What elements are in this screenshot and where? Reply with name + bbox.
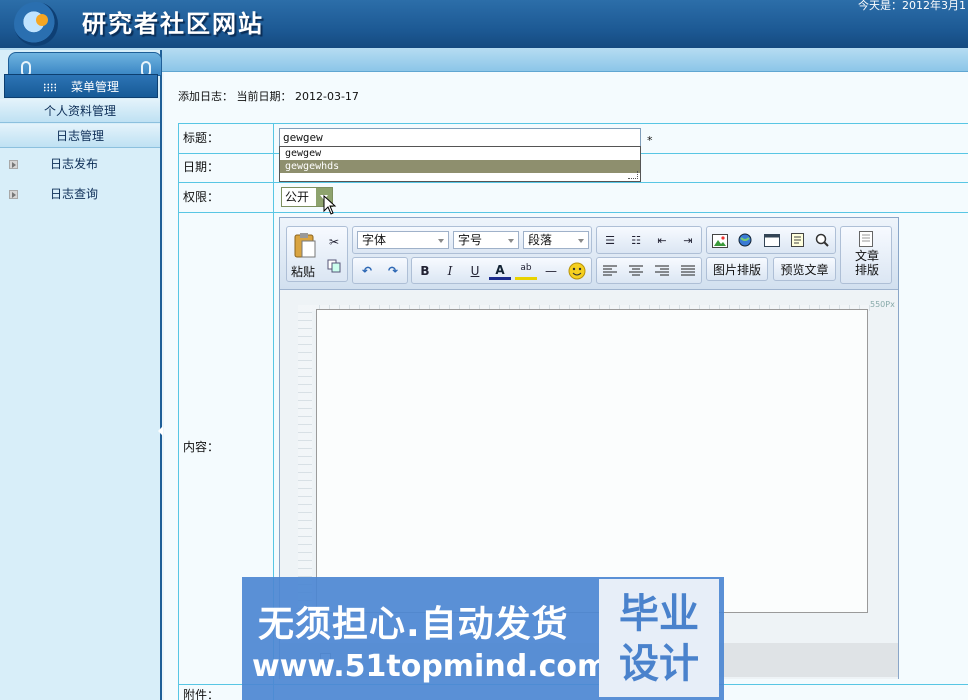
image-layout-button[interactable]: 图片排版 bbox=[706, 257, 768, 281]
vertical-ruler bbox=[298, 305, 312, 615]
permission-label: 权限： bbox=[179, 183, 274, 212]
underline-icon[interactable]: U bbox=[464, 260, 486, 282]
expand-arrow-icon bbox=[9, 160, 18, 169]
find-icon[interactable] bbox=[811, 230, 833, 252]
permission-value: 公开 bbox=[285, 190, 310, 204]
sidebar-item-label: 日志发布 bbox=[50, 157, 99, 171]
resize-grip-icon[interactable] bbox=[628, 171, 638, 179]
banner-badge-text: 毕业设计 bbox=[619, 591, 699, 687]
site-title: 研究者社区网站 bbox=[82, 9, 264, 38]
align-right-icon[interactable] bbox=[651, 260, 673, 282]
font-family-select[interactable]: 字体 bbox=[357, 231, 449, 249]
insert-image-icon[interactable] bbox=[709, 230, 731, 252]
today-date-text: 今天是：2012年3月1 bbox=[858, 0, 966, 12]
autocomplete-option-selected[interactable]: gewgewhds bbox=[280, 160, 640, 173]
date-label: 日期： bbox=[179, 154, 274, 182]
preview-article-button[interactable]: 预览文章 bbox=[773, 257, 836, 281]
align-left-icon[interactable] bbox=[599, 260, 621, 282]
insert-link-icon[interactable] bbox=[735, 230, 757, 252]
collapse-sidebar-icon[interactable] bbox=[158, 426, 163, 436]
paragraph-select[interactable]: 段落 bbox=[523, 231, 589, 249]
sidebar-binder-bar bbox=[8, 52, 162, 77]
format-group: B I U A ab — bbox=[411, 257, 592, 284]
sidebar-section-blog[interactable]: 日志管理 bbox=[0, 124, 160, 148]
banner-badge: 毕业设计 bbox=[599, 579, 719, 697]
breadcrumb: 添加日志： 当前日期： 2012-03-17 bbox=[178, 90, 359, 103]
menu-header[interactable]: 菜单管理 bbox=[4, 74, 158, 98]
italic-icon[interactable]: I bbox=[439, 260, 461, 282]
title-input[interactable]: gewgew bbox=[279, 128, 641, 148]
history-group: ↶ ↷ bbox=[352, 257, 408, 284]
bold-icon[interactable]: B bbox=[414, 260, 436, 282]
title-label: 标题： bbox=[179, 124, 274, 153]
sidebar-item-label: 日志查询 bbox=[50, 187, 99, 201]
insert-template-icon[interactable] bbox=[787, 230, 809, 252]
sidebar: 菜单管理 个人资料管理 日志管理 日志发布 日志查询 bbox=[0, 50, 163, 700]
unordered-list-icon[interactable]: ☷ bbox=[625, 230, 647, 252]
undo-icon[interactable]: ↶ bbox=[356, 260, 378, 282]
horizontal-rule-icon[interactable]: — bbox=[540, 260, 562, 282]
highlight-icon[interactable]: ab bbox=[515, 260, 537, 280]
clipboard-group: 粘贴 ✂ bbox=[286, 226, 348, 282]
autocomplete-dropdown[interactable]: gewgew gewgewhds bbox=[279, 146, 641, 182]
watermark-banner: 无须担心.自动发货 www.51topmind.com 毕业设计 bbox=[242, 577, 724, 700]
banner-url: www.51topmind.com bbox=[252, 649, 609, 684]
editor-toolbar: 粘贴 ✂ 字体 字号 段落 ↶ ↷ B I U A ab — ☰ ☷ ⇤ ⇥ 图… bbox=[280, 218, 898, 290]
font-size-select[interactable]: 字号 bbox=[453, 231, 519, 249]
site-logo bbox=[14, 2, 58, 46]
sidebar-section-profile[interactable]: 个人资料管理 bbox=[0, 99, 160, 123]
sidebar-item-query[interactable]: 日志查询 bbox=[0, 180, 160, 208]
sidebar-section-label: 个人资料管理 bbox=[43, 104, 116, 118]
copy-icon[interactable] bbox=[323, 255, 345, 277]
document-icon bbox=[858, 231, 874, 250]
redo-icon[interactable]: ↷ bbox=[382, 260, 404, 282]
grid-icon bbox=[42, 83, 57, 92]
paste-label[interactable]: 粘贴 bbox=[291, 263, 315, 280]
emoticon-icon[interactable] bbox=[566, 260, 588, 282]
sidebar-section-label: 日志管理 bbox=[55, 129, 104, 143]
site-header: 研究者社区网站 今天是：2012年3月1 bbox=[0, 0, 968, 48]
font-color-icon[interactable]: A bbox=[489, 260, 511, 280]
editor-page[interactable] bbox=[316, 309, 868, 613]
width-indicator: 550Px bbox=[870, 300, 895, 309]
required-mark: * bbox=[647, 134, 653, 147]
ordered-list-icon[interactable]: ☰ bbox=[599, 230, 621, 252]
font-group: 字体 字号 段落 bbox=[352, 226, 592, 254]
autocomplete-option[interactable]: gewgew bbox=[280, 147, 640, 160]
sidebar-item-publish[interactable]: 日志发布 bbox=[0, 150, 160, 178]
cut-icon[interactable]: ✂ bbox=[323, 231, 345, 253]
form-row-title: 标题： gewgew * gewgew gewgewhds bbox=[178, 124, 968, 182]
menu-header-label: 菜单管理 bbox=[70, 80, 119, 94]
align-center-icon[interactable] bbox=[625, 260, 647, 282]
article-layout-label: 文章排版 bbox=[854, 249, 879, 277]
outdent-icon[interactable]: ⇤ bbox=[651, 230, 673, 252]
insert-group bbox=[706, 226, 836, 254]
insert-table-icon[interactable] bbox=[761, 230, 783, 252]
paste-icon[interactable] bbox=[293, 231, 317, 259]
article-layout-button[interactable]: 文章排版 bbox=[840, 226, 892, 284]
form-row-permission: 权限： 公开 bbox=[178, 183, 968, 215]
align-group bbox=[596, 257, 702, 284]
banner-slogan: 无须担心.自动发货 bbox=[258, 604, 569, 645]
list-group: ☰ ☷ ⇤ ⇥ bbox=[596, 226, 702, 254]
expand-arrow-icon bbox=[9, 190, 18, 199]
indent-icon[interactable]: ⇥ bbox=[677, 230, 699, 252]
justify-icon[interactable] bbox=[677, 260, 699, 282]
